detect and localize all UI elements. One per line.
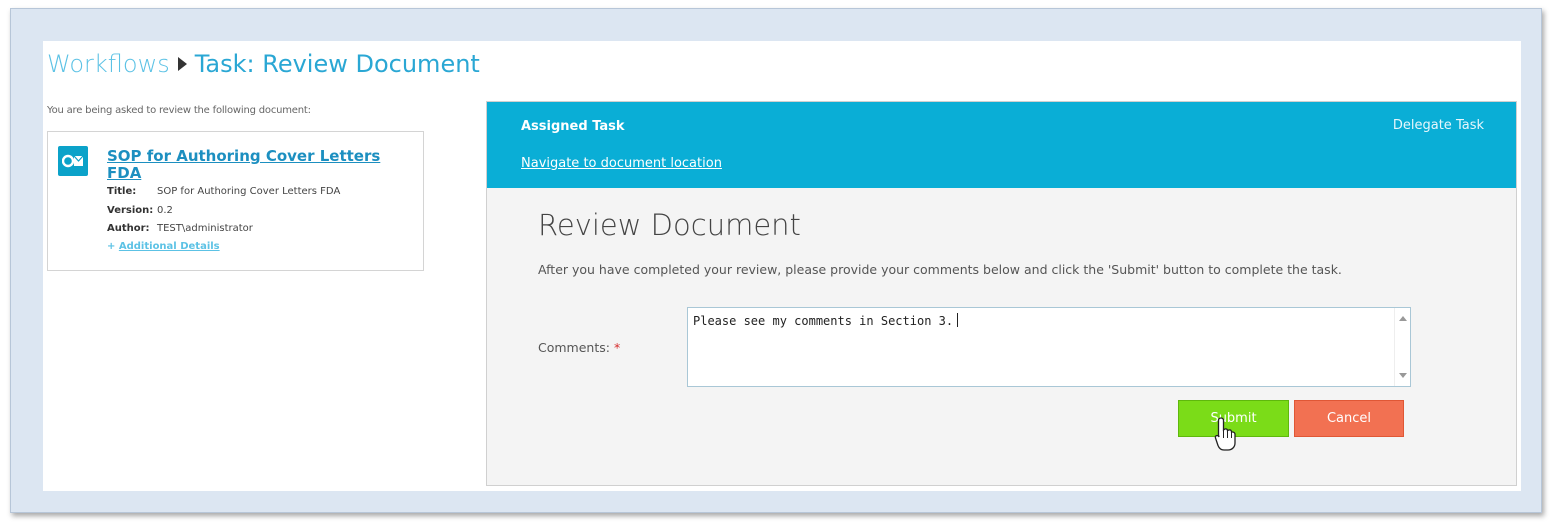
comments-text: Please see my comments in Section 3.: [693, 314, 954, 328]
additional-details-plus: +: [107, 241, 116, 252]
form-instructions: After you have completed your review, pl…: [538, 262, 1342, 277]
form-title: Review Document: [538, 208, 801, 242]
scroll-down-icon[interactable]: [1399, 373, 1407, 378]
additional-details-link[interactable]: + Additional Details: [107, 241, 220, 252]
meta-title-row: Title: SOP for Authoring Cover Letters FD…: [107, 186, 340, 197]
meta-version-value: 0.2: [157, 205, 173, 216]
navigate-to-document-link[interactable]: Navigate to document location: [521, 156, 722, 171]
required-marker: *: [613, 340, 621, 355]
meta-author-value: TEST\administrator: [157, 223, 253, 234]
breadcrumb: Workflows Task: Review Document: [47, 44, 480, 84]
review-intro-text: You are being asked to review the follow…: [47, 105, 311, 116]
cancel-button[interactable]: Cancel: [1294, 400, 1404, 437]
additional-details-label: Additional Details: [118, 241, 220, 252]
meta-version-row: Version: 0.2: [107, 205, 173, 216]
meta-title-value: SOP for Authoring Cover Letters FDA: [157, 186, 341, 197]
screenshot-frame: Workflows Task: Review Document You are …: [10, 8, 1542, 513]
meta-title-label: Title:: [107, 186, 137, 197]
breadcrumb-separator-icon: [177, 57, 187, 71]
task-header: Assigned Task Delegate Task Navigate to …: [487, 102, 1516, 188]
scroll-up-icon[interactable]: [1399, 316, 1407, 321]
document-title-link[interactable]: SOP for Authoring Cover Letters FDA: [107, 148, 407, 182]
workflow-task-page: Workflows Task: Review Document You are …: [43, 41, 1521, 491]
meta-author-label: Author:: [107, 223, 150, 234]
hand-pointer-icon: [1214, 417, 1236, 451]
breadcrumb-workflows-link[interactable]: Workflows: [47, 50, 170, 78]
outlook-document-icon[interactable]: [58, 146, 88, 176]
delegate-task-link[interactable]: Delegate Task: [1393, 118, 1484, 133]
meta-author-row: Author: TEST\administrator: [107, 223, 253, 234]
text-caret: [957, 313, 959, 327]
comments-scrollbar[interactable]: [1394, 308, 1410, 386]
page-title: Task: Review Document: [194, 50, 480, 78]
document-card: SOP for Authoring Cover Letters FDA Titl…: [47, 131, 424, 271]
comments-textarea[interactable]: Please see my comments in Section 3.: [687, 307, 1411, 387]
meta-version-label: Version:: [107, 205, 154, 216]
comments-label-text: Comments:: [538, 340, 610, 355]
task-panel: Assigned Task Delegate Task Navigate to …: [486, 101, 1517, 486]
assigned-task-heading: Assigned Task: [521, 119, 625, 134]
comments-label: Comments: *: [538, 340, 620, 355]
